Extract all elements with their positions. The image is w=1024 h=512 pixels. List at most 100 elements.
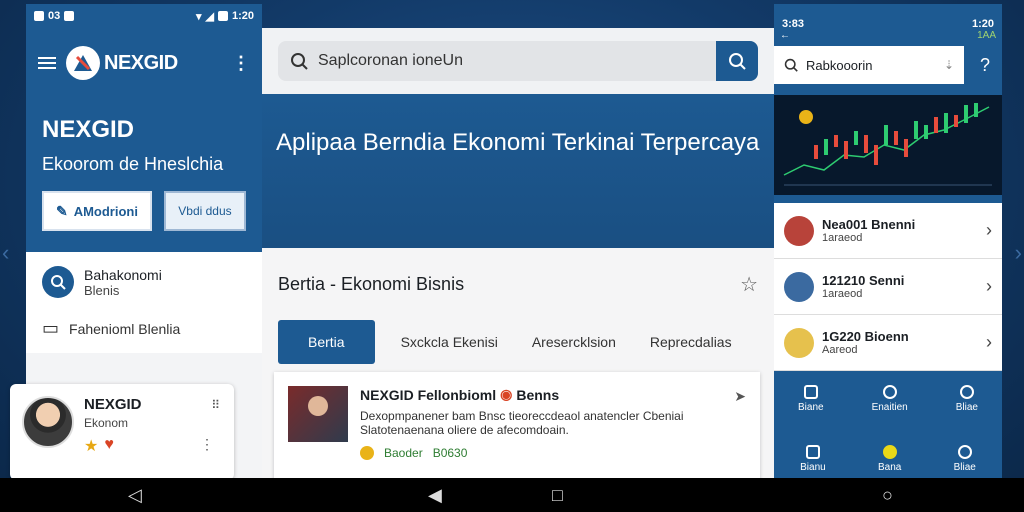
app-bar: NEXGID ⋮ bbox=[26, 28, 262, 98]
nav-label: Bliae bbox=[955, 402, 978, 413]
brand-logo: NEXGID bbox=[66, 46, 222, 80]
news-list: Nea001 Bnenni 1araeod › 121210 Senni 1ar… bbox=[774, 203, 1002, 371]
nav-home-2[interactable]: Bianu bbox=[800, 445, 826, 473]
search-input[interactable]: Rabkooorin bbox=[806, 58, 936, 73]
search-strip: Saplcoronan ioneUn bbox=[262, 28, 774, 94]
list-item[interactable]: 1G220 Bioenn Aareod › bbox=[774, 315, 1002, 371]
search-icon bbox=[291, 53, 308, 70]
profile-icon bbox=[959, 385, 974, 399]
primary-button-label: AModrioni bbox=[73, 203, 138, 219]
market-chart bbox=[774, 95, 1002, 195]
prev-arrow-icon[interactable]: ‹ bbox=[2, 240, 9, 266]
section-title: Bertia - Ekonomi Bisnis bbox=[278, 273, 465, 294]
recents-icon[interactable]: □ bbox=[552, 485, 563, 506]
next-arrow-icon[interactable]: › bbox=[1015, 240, 1022, 266]
item-title: 1G220 Bioenn bbox=[822, 329, 909, 344]
nav-home[interactable]: Biane bbox=[798, 385, 824, 413]
tab-economy[interactable]: Sxckcla Ekenisi bbox=[393, 320, 506, 364]
nav-label: Bianu bbox=[800, 462, 826, 473]
tab-bertia[interactable]: Bertia bbox=[278, 320, 375, 364]
item-subtitle: 1araeod bbox=[822, 232, 863, 244]
chevron-right-icon: › bbox=[986, 276, 992, 296]
article-card[interactable]: NEXGID Fellonbioml ◉ Benns Dexopmpanener… bbox=[274, 372, 760, 482]
profile-icon bbox=[957, 445, 972, 459]
hero-headline: Aplipaa Berndia Ekonomi Terkinai Terperc… bbox=[276, 129, 760, 156]
nav-active[interactable]: Bana bbox=[878, 445, 901, 473]
article-body: Dexopmpanener bam Bnsc tieoreccdeaol ana… bbox=[360, 409, 684, 438]
search-bar[interactable]: Rabkooorin ⇣ bbox=[774, 46, 964, 84]
search-input[interactable]: Saplcoronan ioneUn bbox=[318, 52, 706, 70]
signal-icon: ◢ bbox=[205, 10, 214, 23]
profile-subtitle: Ekonom bbox=[84, 416, 129, 430]
menu-item-economy[interactable]: Bahakonomi Blenis bbox=[26, 256, 262, 308]
back-arrow-icon[interactable]: ← bbox=[780, 30, 790, 41]
hero-section: NEXGID Ekoorom de Hneslchia ✎ AModrioni … bbox=[26, 98, 262, 252]
drag-handle-icon[interactable]: ⠿ bbox=[211, 398, 220, 412]
menu-item-business[interactable]: ▭ Fahenioml Blenlia bbox=[26, 308, 262, 349]
category-tabs: Bertia Sxckcla Ekenisi Aresercklsion Rep… bbox=[278, 320, 758, 364]
search-icon bbox=[784, 58, 798, 72]
chevron-right-icon: › bbox=[986, 332, 992, 352]
mic-icon[interactable]: ⇣ bbox=[944, 58, 954, 72]
nav-profile-2[interactable]: Bliae bbox=[954, 445, 976, 473]
active-icon bbox=[882, 445, 897, 459]
profile-card[interactable]: NEXGID Ekonom ★ ♥ ⠿ ⋮ bbox=[10, 384, 234, 480]
home-circle-icon[interactable]: ○ bbox=[882, 485, 893, 506]
tab-reports[interactable]: Reprecdalias bbox=[642, 320, 740, 364]
heart-badge-icon: ♥ bbox=[104, 436, 114, 453]
chevron-right-icon: › bbox=[986, 220, 992, 240]
hamburger-icon[interactable] bbox=[38, 57, 56, 69]
wifi-icon: ▾ bbox=[195, 10, 202, 23]
search-row: Rabkooorin ⇣ ? bbox=[774, 41, 1002, 89]
search-icon bbox=[729, 53, 746, 70]
hero-subtitle: Ekoorom de Hneslchia bbox=[42, 154, 224, 174]
search-bar[interactable]: Saplcoronan ioneUn bbox=[278, 41, 758, 81]
system-nav-bar: ◁ ◀ □ ○ bbox=[0, 478, 1024, 512]
back-icon[interactable]: ◁ bbox=[128, 485, 142, 506]
badge-icon: ◉ bbox=[500, 386, 513, 402]
candlestick-chart bbox=[783, 103, 992, 186]
notification-icon bbox=[34, 11, 44, 21]
profile-name: NEXGID bbox=[84, 396, 142, 413]
nav-explore[interactable]: Enaitien bbox=[872, 385, 908, 413]
nav-profile[interactable]: Bliae bbox=[956, 385, 978, 413]
status-indicator: 03 bbox=[48, 10, 61, 22]
share-icon[interactable]: ➤ bbox=[734, 388, 746, 405]
search-button[interactable] bbox=[716, 41, 758, 81]
home-icon bbox=[805, 445, 820, 459]
nexgid-logo-icon bbox=[66, 46, 100, 80]
right-phone-screen: 3:83 1:20 ← 1AA Rabkooorin ⇣ ? Nea001 Bn… bbox=[774, 4, 1002, 478]
tab-recession[interactable]: Aresercklsion bbox=[524, 320, 624, 364]
status-time: 1:20 bbox=[971, 18, 994, 30]
chat-icon: ▭ bbox=[42, 318, 60, 338]
article-meta: Baoder B0630 bbox=[360, 445, 740, 460]
status-indicator: 3:83 bbox=[782, 18, 805, 30]
more-options-icon[interactable]: ⋮ bbox=[200, 436, 214, 453]
item-title: Nea001 Bnenni bbox=[822, 217, 916, 232]
nav-label: Bliae bbox=[953, 462, 976, 473]
menu-list: Bahakonomi Blenis ▭ Fahenioml Blenlia bbox=[26, 252, 262, 353]
more-options-icon[interactable]: ⋮ bbox=[232, 53, 250, 74]
coin-icon bbox=[360, 445, 374, 460]
avatar bbox=[22, 396, 74, 448]
home-icon bbox=[803, 385, 818, 399]
back-filled-icon[interactable]: ◀ bbox=[428, 485, 442, 506]
app-notification-icon bbox=[64, 11, 75, 21]
item-thumbnail bbox=[784, 215, 814, 246]
star-icon[interactable]: ☆ bbox=[740, 272, 758, 297]
nav-label: Bana bbox=[877, 462, 902, 473]
top-label: 1AA bbox=[977, 30, 996, 41]
status-bar: 03 ▾ ◢ 1:20 bbox=[26, 4, 262, 28]
article-title-suffix: Benns bbox=[516, 386, 560, 403]
primary-action-button[interactable]: ✎ AModrioni bbox=[42, 191, 152, 231]
list-item[interactable]: 121210 Senni 1araeod › bbox=[774, 259, 1002, 315]
help-icon[interactable]: ? bbox=[980, 55, 990, 76]
secondary-action-button[interactable]: Vbdi ddus bbox=[163, 191, 246, 231]
bottom-nav-secondary: Bianu Bana Bliae bbox=[774, 437, 1002, 478]
news-section: Bertia - Ekonomi Bisnis ☆ Bertia Sxckcla… bbox=[262, 248, 774, 482]
article-meta-value: B0630 bbox=[432, 445, 468, 460]
menu-item-title: Fahenioml Blenlia bbox=[69, 320, 181, 337]
menu-item-title: Bahakonomi bbox=[84, 266, 162, 283]
list-item[interactable]: Nea001 Bnenni 1araeod › bbox=[774, 203, 1002, 259]
edit-icon: ✎ bbox=[55, 202, 68, 219]
